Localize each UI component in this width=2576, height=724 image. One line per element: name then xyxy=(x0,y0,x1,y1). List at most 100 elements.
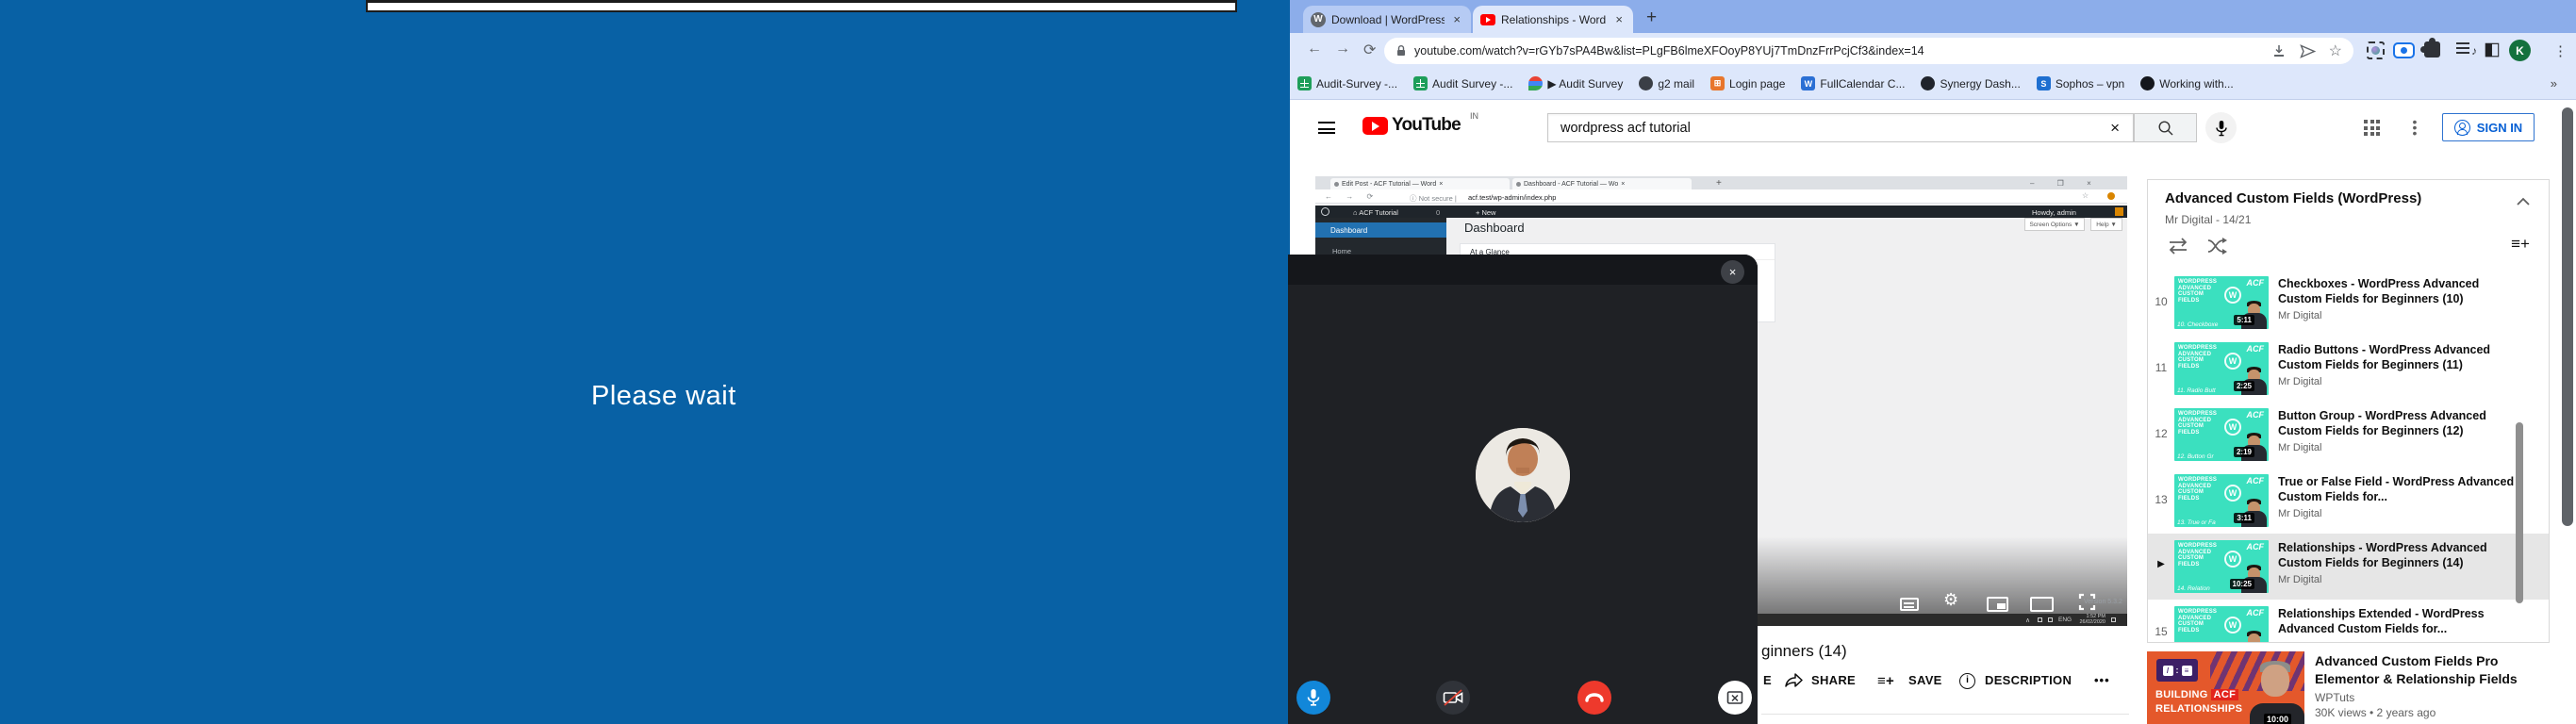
page-scrollbar[interactable] xyxy=(2562,107,2573,526)
url-bar[interactable]: youtube.com/watch?v=rGYb7sPA4Bw&list=PLg… xyxy=(1384,38,2353,64)
search-input[interactable] xyxy=(1548,121,2097,136)
download-icon[interactable] xyxy=(2271,43,2287,58)
voice-search-button[interactable] xyxy=(2205,112,2237,143)
recorded-new-tab: + xyxy=(1716,178,1722,189)
recorded-menu-dashboard: Dashboard xyxy=(1315,222,1446,238)
playlist-row[interactable]: 15 WORDPRESS ADVANCED CUSTOM FIELDSACFW1… xyxy=(2148,600,2550,643)
playlist-item-title: Button Group - WordPress Advanced Custom… xyxy=(2278,408,2523,438)
playlist-row-current[interactable]: ▶ WORDPRESS ADVANCED CUSTOM FIELDSACFW14… xyxy=(2148,534,2550,600)
now-playing-icon: ▶ xyxy=(2148,534,2174,569)
save-button[interactable]: SAVE xyxy=(1908,673,1942,687)
sphere-icon xyxy=(1921,76,1935,90)
browser-menu-icon[interactable]: ⋮ xyxy=(2553,42,2568,59)
subtitles-icon[interactable] xyxy=(1900,598,1919,611)
like-button-fragment[interactable]: E xyxy=(1763,673,1772,687)
bookmark-item[interactable]: Synergy Dash... xyxy=(1921,76,2020,90)
tab-wordpress-download[interactable]: W Download | WordPress.or × xyxy=(1303,6,1471,33)
video-thumbnail: WORDPRESS ADVANCED CUSTOM FIELDSACFW12. … xyxy=(2174,408,2269,461)
recorded-admin-bar: ⌂ ACF Tutorial 0 + New Howdy, admin xyxy=(1315,206,2127,218)
playlist-row[interactable]: 12 WORDPRESS ADVANCED CUSTOM FIELDSACFW1… xyxy=(2148,402,2550,468)
share-arrow-icon[interactable] xyxy=(1784,672,1804,688)
suggested-video-thumbnail[interactable]: /:≡ BUILDINGACF RELATIONSHIPS 10:00 xyxy=(2147,651,2304,724)
bookmark-item[interactable]: WFullCalendar C... xyxy=(1801,76,1905,90)
bookmark-item[interactable]: SSophos – vpn xyxy=(2037,76,2124,90)
more-actions-icon[interactable]: ••• xyxy=(2094,673,2110,687)
back-icon[interactable]: ← xyxy=(1307,41,1322,58)
send-icon[interactable] xyxy=(2300,44,2316,58)
playlist-index: 13 xyxy=(2148,468,2174,506)
youtube-apps-grid-icon[interactable] xyxy=(2364,120,2381,137)
shield-icon: S xyxy=(2037,76,2051,90)
fullscreen-icon[interactable] xyxy=(2078,593,2096,611)
theater-mode-icon[interactable] xyxy=(2030,597,2054,612)
playlist-row[interactable]: 10 WORDPRESS ADVANCED CUSTOM FIELDSACFW1… xyxy=(2148,270,2550,336)
playlist-item-channel: Mr Digital xyxy=(2278,508,2523,519)
login-grid-icon: ⊞ xyxy=(1710,76,1725,90)
screen-capture-extension-icon[interactable] xyxy=(2367,41,2385,59)
suggested-video-meta: 30K views • 2 years ago xyxy=(2315,706,2436,719)
mute-microphone-button[interactable] xyxy=(1296,681,1330,715)
sign-in-button[interactable]: SIGN IN xyxy=(2442,113,2535,141)
hamburger-menu-icon[interactable] xyxy=(1318,122,1335,134)
shuffle-playlist-icon[interactable] xyxy=(2206,237,2231,255)
playlist-row[interactable]: 11 WORDPRESS ADVANCED CUSTOM FIELDSACFW1… xyxy=(2148,336,2550,402)
duration-badge: 5:11 xyxy=(2234,315,2254,325)
search-box[interactable]: × xyxy=(1547,113,2134,142)
video-thumbnail: WORDPRESS ADVANCED CUSTOM FIELDSACFW11. … xyxy=(2174,342,2269,395)
tab-title: Download | WordPress.or xyxy=(1331,13,1445,26)
bookmark-star-icon[interactable]: ☆ xyxy=(2329,41,2342,60)
suggested-video-channel: WPTuts xyxy=(2315,691,2354,704)
suggested-video-title[interactable]: Advanced Custom Fields Pro Elementor & R… xyxy=(2315,652,2552,688)
description-button[interactable]: DESCRIPTION xyxy=(1985,673,2072,687)
call-close-button[interactable]: × xyxy=(1721,260,1744,284)
extensions-puzzle-icon[interactable] xyxy=(2424,41,2440,58)
builder-logos-icon: /:≡ xyxy=(2156,659,2198,682)
profile-avatar[interactable]: K xyxy=(2509,40,2531,61)
url-text: youtube.com/watch?v=rGYb7sPA4Bw&list=PLg… xyxy=(1414,44,2258,58)
dark-mode-extension-icon[interactable]: ◧ xyxy=(2484,39,2501,60)
playlist-title[interactable]: Advanced Custom Fields (WordPress) xyxy=(2165,190,2467,206)
person-icon xyxy=(2454,120,2470,136)
bookmark-item[interactable]: g2 mail xyxy=(1639,76,1694,90)
wordpress-logo-icon xyxy=(1321,207,1329,216)
phone-handset-icon xyxy=(1583,691,1606,704)
bookmark-item[interactable]: Working with... xyxy=(2140,76,2233,90)
bookmarks-overflow-chevron[interactable]: » xyxy=(2551,76,2557,90)
forward-icon[interactable]: → xyxy=(1335,41,1350,58)
youtube-settings-dots-icon[interactable]: ••• xyxy=(2412,119,2418,136)
collapse-chevron-icon[interactable] xyxy=(2516,197,2531,206)
playlist-row[interactable]: 13 WORDPRESS ADVANCED CUSTOM FIELDSACFW1… xyxy=(2148,468,2550,534)
tab-youtube-active[interactable]: Relationships - WordPres × xyxy=(1473,6,1633,33)
share-button[interactable]: SHARE xyxy=(1811,673,1856,687)
add-to-queue-icon[interactable]: ≡+ xyxy=(2511,235,2530,254)
settings-gear-icon[interactable]: ⚙ xyxy=(1943,590,1958,610)
browser-toolbar: ← → ⟳ youtube.com/watch?v=rGYb7sPA4Bw&li… xyxy=(1290,33,2576,68)
recorded-screen-options: Screen Options ▼ xyxy=(2024,218,2085,231)
bookmark-item[interactable]: ⊞Login page xyxy=(1710,76,1785,90)
desktop-please-wait-screen: Please wait xyxy=(0,0,1290,724)
recorder-extension-icon[interactable] xyxy=(2393,42,2415,58)
info-icon[interactable]: i xyxy=(1959,673,1975,689)
bookmark-item[interactable]: Audit Survey -... xyxy=(1413,76,1512,90)
playlist-scrollbar[interactable] xyxy=(2516,422,2523,603)
hang-up-button[interactable] xyxy=(1577,681,1611,715)
clear-search-icon[interactable]: × xyxy=(2097,119,2133,138)
camera-off-button[interactable] xyxy=(1436,681,1470,715)
bookmark-item[interactable]: Audit-Survey -... xyxy=(1297,76,1397,90)
loop-playlist-icon[interactable] xyxy=(2165,237,2191,255)
screen-share-off-button[interactable] xyxy=(1718,681,1752,715)
playlist-queue-extension-icon[interactable]: ♪ xyxy=(2456,42,2475,58)
youtube-logo-icon[interactable] xyxy=(1362,117,1388,135)
bookmark-item[interactable]: ▶ Audit Survey xyxy=(1528,76,1623,90)
youtube-logo-text[interactable]: YouTube xyxy=(1392,115,1461,136)
new-tab-button[interactable]: + xyxy=(1646,8,1657,28)
save-playlist-icon[interactable]: ≡+ xyxy=(1877,673,1894,689)
tab-close-icon[interactable]: × xyxy=(1612,12,1626,26)
search-button[interactable] xyxy=(2134,113,2197,142)
miniplayer-icon[interactable] xyxy=(1987,597,2008,612)
tab-close-icon[interactable]: × xyxy=(1450,12,1463,26)
recorded-window-controls: – ❐ × xyxy=(2030,179,2102,188)
search-icon xyxy=(2157,120,2174,137)
reload-icon[interactable]: ⟳ xyxy=(1363,41,1376,59)
playlist-index: 12 xyxy=(2148,402,2174,440)
